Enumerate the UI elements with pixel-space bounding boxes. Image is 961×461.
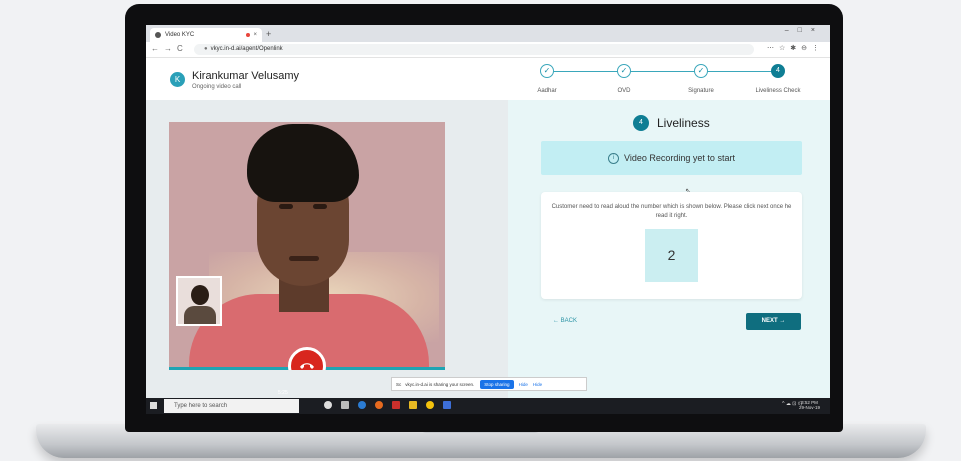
windows-start-icon[interactable]	[150, 402, 157, 409]
share-message: vkyc.in-d.ai is sharing your screen.	[405, 381, 475, 387]
tab-favicon-icon	[155, 32, 161, 38]
nav-buttons[interactable]: ←→C	[151, 44, 188, 53]
liveliness-panel: 4 Liveliness i Video Recording yet to st…	[508, 100, 830, 400]
taskbar-apps	[324, 401, 451, 409]
phone-hangup-icon	[300, 363, 314, 369]
share-prefix: Sc	[396, 381, 402, 387]
customer-video	[169, 122, 445, 370]
video-person-eye	[279, 204, 293, 209]
hide-share-bar-button[interactable]: Hide	[519, 382, 528, 387]
file-explorer-icon[interactable]	[409, 401, 417, 409]
video-person-eye	[313, 204, 327, 209]
liveliness-title: Liveliness	[657, 116, 710, 130]
agent-self-view[interactable]	[176, 276, 222, 326]
browser-tabbar: Video KYC × + –□×	[146, 25, 830, 42]
firefox-icon[interactable]	[375, 401, 383, 409]
clock-date: 29-Nov-19	[798, 405, 820, 410]
browser-toolbar: ←→C ● vkyc.in-d.ai/agent/Openlink ⋯☆✱⊖⋮	[146, 42, 830, 58]
back-button[interactable]: ← BACK	[553, 318, 577, 324]
video-person-hair	[247, 124, 359, 202]
liveliness-heading: 4 Liveliness	[633, 114, 710, 132]
taskbar-search[interactable]: Type here to search	[164, 399, 299, 413]
taskbar-clock[interactable]: 3:52 PM 29-Nov-19	[799, 400, 820, 410]
browser-tab[interactable]: Video KYC ×	[150, 28, 262, 42]
video-panel: 5:25	[146, 100, 508, 400]
step-label-liveliness: Liveliness Check	[755, 88, 801, 94]
hide-share-bar-button-2[interactable]: Hide	[533, 382, 542, 387]
video-person-mouth	[289, 256, 319, 261]
stop-sharing-button[interactable]: Stop sharing	[480, 379, 514, 389]
step-label-ovd: OVD	[617, 88, 631, 94]
step-number-badge: 4	[633, 115, 649, 131]
recording-status-text: Video Recording yet to start	[624, 153, 735, 163]
agent-head	[191, 285, 209, 305]
next-button[interactable]: NEXT →	[746, 313, 801, 330]
cortana-icon[interactable]	[324, 401, 332, 409]
os-taskbar: Type here to search ^ ☁ ⊡ ◊) 3:52 PM 29-…	[146, 398, 830, 414]
customer-name: Kirankumar Velusamy	[192, 70, 299, 82]
laptop-screen: Video KYC × + –□× ←→C ● vkyc.in-d.ai/agen…	[146, 25, 830, 414]
recording-status-banner: i Video Recording yet to start	[541, 141, 802, 175]
liveliness-instruction: Customer need to read aloud the number w…	[551, 204, 792, 219]
step-aadhar-check-icon[interactable]: ✓	[540, 64, 554, 78]
address-bar[interactable]: ● vkyc.in-d.ai/agent/Openlink	[194, 44, 754, 55]
new-tab-button[interactable]: +	[266, 29, 271, 39]
step-label-signature: Signature	[688, 88, 714, 94]
app-icon[interactable]	[443, 401, 451, 409]
step-ovd-check-icon[interactable]: ✓	[617, 64, 631, 78]
lock-icon: ●	[204, 46, 208, 52]
edge-icon[interactable]	[358, 401, 366, 409]
challenge-number: 2	[645, 229, 698, 282]
stepper-line	[547, 71, 779, 72]
task-view-icon[interactable]	[341, 401, 349, 409]
info-icon: i	[608, 152, 620, 164]
liveliness-card: Customer need to read aloud the number w…	[541, 192, 802, 299]
app-header: K Kirankumar Velusamy Ongoing video call…	[146, 58, 830, 101]
window-controls[interactable]: –□×	[785, 27, 824, 34]
step-liveliness-indicator[interactable]: 4	[771, 64, 785, 78]
recording-dot-icon	[246, 33, 251, 37]
tab-close-icon[interactable]: ×	[253, 32, 257, 38]
agent-body	[184, 306, 216, 324]
screen-share-bar: Sc vkyc.in-d.ai is sharing your screen. …	[391, 377, 587, 391]
url-text: vkyc.in-d.ai/agent/Openlink	[210, 46, 283, 52]
avatar: K	[170, 72, 185, 87]
taskbar-search-text: Type here to search	[174, 403, 228, 409]
acrobat-icon[interactable]	[392, 401, 400, 409]
step-label-aadhar: Aadhar	[537, 88, 557, 94]
step-signature-check-icon[interactable]: ✓	[694, 64, 708, 78]
tab-title: Video KYC	[165, 32, 195, 38]
toolbar-icons[interactable]: ⋯☆✱⊖⋮	[767, 44, 824, 52]
chrome-icon[interactable]	[426, 401, 434, 409]
call-status: Ongoing video call	[192, 84, 242, 90]
call-timer: 5:25	[278, 390, 288, 396]
